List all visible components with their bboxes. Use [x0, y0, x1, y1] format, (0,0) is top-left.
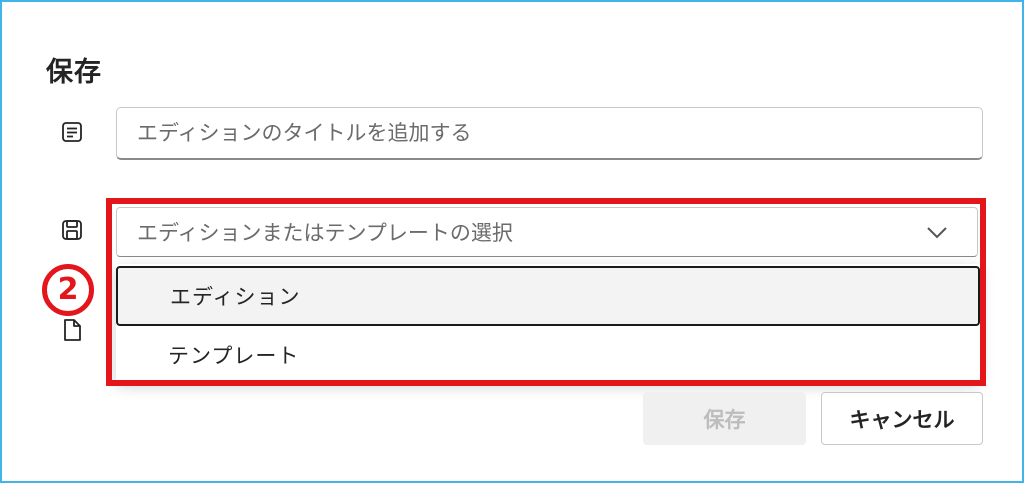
option-template[interactable]: テンプレート — [116, 326, 980, 384]
option-label: エディション — [170, 285, 301, 309]
select-dropdown-list: エディション テンプレート — [116, 264, 980, 382]
select-placeholder: エディションまたはテンプレートの選択 — [137, 221, 513, 245]
dialog: 保存 エディションまたはテンプレートの選択 — [0, 0, 1024, 483]
cancel-button[interactable]: キャンセル — [821, 392, 983, 445]
dialog-title: 保存 — [46, 57, 102, 88]
option-label: テンプレート — [168, 344, 300, 368]
chevron-down-icon — [923, 218, 951, 246]
edition-title-input[interactable] — [116, 107, 983, 160]
text-title-icon — [58, 118, 86, 146]
save-button[interactable]: 保存 — [643, 392, 806, 445]
save-floppy-icon — [58, 216, 86, 244]
edition-or-template-select[interactable]: エディションまたはテンプレートの選択 — [116, 207, 978, 257]
document-icon — [58, 316, 86, 344]
option-edition[interactable]: エディション — [116, 266, 980, 326]
step-number-badge: 2 — [42, 264, 94, 316]
